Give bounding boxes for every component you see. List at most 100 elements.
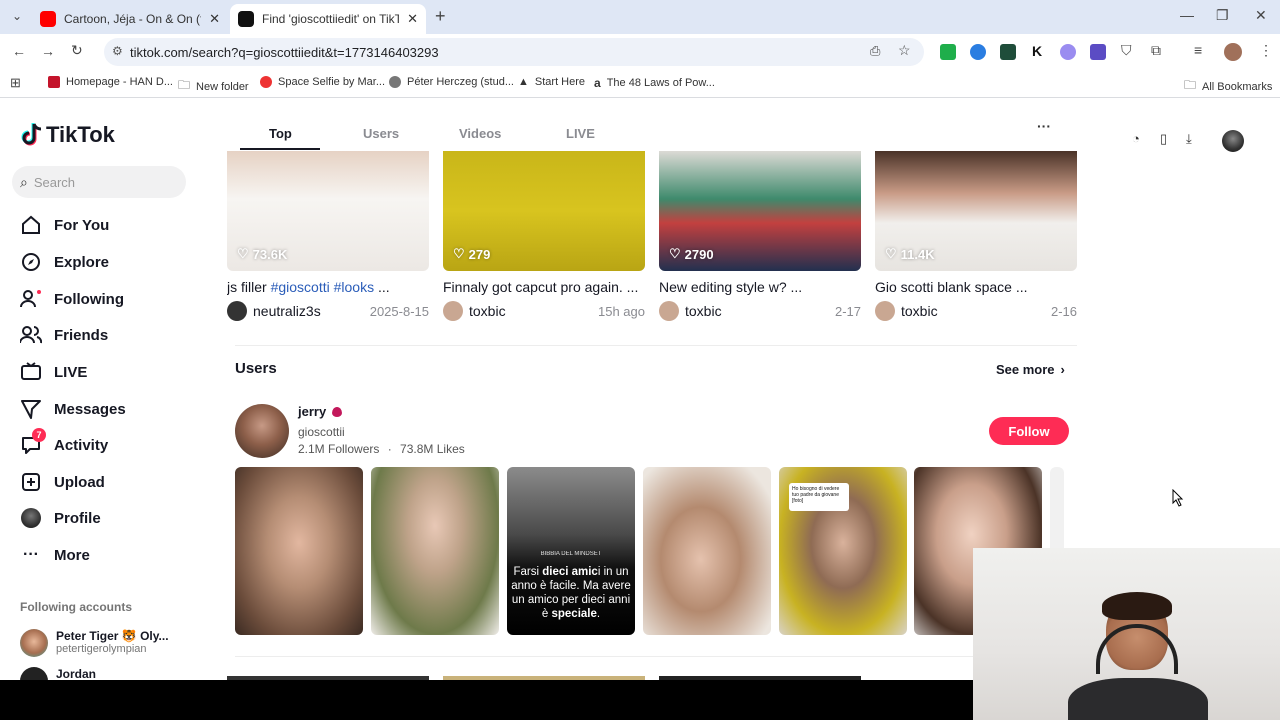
bookmarks-bar: ⊞ Homepage - HAN D... 🗀 New folder Space…: [0, 70, 1280, 98]
user-video-thumbnail[interactable]: BIBBIA DEL MINDSET Farsi dieci amici in …: [507, 467, 635, 635]
heart-icon: ♡: [669, 246, 681, 261]
video-thumbnail[interactable]: ♡ 11.4K: [875, 151, 1077, 271]
video-card[interactable]: ♡ 2790 New editing style w? ... toxbic 2-…: [659, 151, 861, 321]
comment-bubble: Ho bisogno di vedere tuo padre da giovan…: [789, 483, 849, 511]
video-card[interactable]: ♡ 73.6K js filler #gioscotti #looks ... n…: [227, 151, 429, 321]
bookmark-label: Homepage - HAN D...: [66, 76, 173, 88]
extensions-puzzle-icon[interactable]: ⧉: [1151, 42, 1161, 59]
search-input[interactable]: ⌕ Search: [12, 166, 186, 198]
bookmark-item[interactable]: a The 48 Laws of Pow...: [594, 76, 715, 90]
user-video-thumbnail[interactable]: [371, 467, 499, 635]
caption-part: .: [596, 608, 601, 620]
video-title[interactable]: js filler #gioscotti #looks ...: [227, 279, 429, 295]
nav-messages[interactable]: Messages: [20, 397, 126, 421]
user-video-thumbnail[interactable]: Ho bisogno di vedere tuo padre da giovan…: [779, 467, 907, 635]
address-bar[interactable]: ⚙ tiktok.com/search?q=gioscottiiedit&t=1…: [104, 38, 924, 66]
user-video-thumbnail[interactable]: [235, 467, 363, 635]
bookmark-item[interactable]: Homepage - HAN D...: [48, 76, 173, 88]
bookmark-item[interactable]: ▲ Start Here: [518, 76, 585, 88]
browser-tab-youtube[interactable]: Cartoon, Jéja - On & On (feat. D ✕: [32, 4, 228, 34]
hashtags[interactable]: #gioscotti #looks: [271, 279, 375, 295]
extension-shield-icon[interactable]: ⛉: [1121, 42, 1132, 59]
tab-users[interactable]: Users: [363, 126, 399, 141]
nav-for-you[interactable]: For You: [20, 213, 109, 237]
extension-k-icon[interactable]: K: [1032, 43, 1042, 59]
follow-button[interactable]: Follow: [989, 417, 1069, 445]
extension-green-icon[interactable]: [940, 44, 956, 60]
youtube-icon: [40, 11, 56, 27]
bookmark-item[interactable]: Péter Herczeg (stud...: [389, 76, 514, 88]
apps-grid-icon[interactable]: ⊞: [10, 75, 21, 91]
new-tab-button[interactable]: +: [435, 6, 446, 27]
extension-check-icon[interactable]: [1000, 44, 1016, 60]
video-card[interactable]: ♡ 279 Finnaly got capcut pro again. ... t…: [443, 151, 645, 321]
likes-value: 279: [468, 246, 491, 262]
author-name[interactable]: toxbic: [901, 303, 938, 319]
tab-top[interactable]: Top: [269, 126, 292, 141]
tab-search-icon[interactable]: ⌄: [12, 9, 22, 23]
reload-icon[interactable]: ↻: [71, 42, 83, 59]
author-name[interactable]: neutraliz3s: [253, 303, 321, 319]
see-more-link[interactable]: See more ›: [996, 362, 1065, 377]
back-icon[interactable]: ←: [12, 43, 26, 59]
section-divider: [235, 345, 1077, 346]
restore-window-icon[interactable]: ❐: [1216, 7, 1229, 24]
bookmark-item[interactable]: Space Selfie by Mar...: [260, 76, 385, 88]
site-info-icon[interactable]: ⚙: [112, 44, 123, 58]
author-name[interactable]: toxbic: [685, 303, 722, 319]
extension-u-icon[interactable]: [1090, 44, 1106, 60]
user-name[interactable]: jerry: [298, 404, 343, 419]
video-thumbnail[interactable]: ♡ 73.6K: [227, 151, 429, 271]
nav-activity[interactable]: 7 Activity: [20, 428, 108, 457]
user-avatar[interactable]: [235, 404, 289, 458]
nav-following[interactable]: Following: [20, 287, 124, 311]
nav-live[interactable]: LIVE: [20, 360, 87, 384]
tab-videos[interactable]: Videos: [459, 126, 501, 141]
video-title[interactable]: Finnaly got capcut pro again. ...: [443, 279, 645, 295]
stats-separator: ·: [387, 442, 392, 456]
close-window-icon[interactable]: ✕: [1255, 7, 1267, 24]
more-options-icon[interactable]: ···: [1037, 118, 1051, 134]
extension-blue-icon[interactable]: [970, 44, 986, 60]
video-meta: toxbic 2-16: [875, 301, 1077, 321]
user-video-thumbnail[interactable]: [643, 467, 771, 635]
following-account-item[interactable]: Peter Tiger 🐯 Oly... petertigerolympian: [20, 629, 169, 657]
video-thumbnail[interactable]: ♡ 279: [443, 151, 645, 271]
nav-profile[interactable]: Profile: [20, 506, 101, 530]
nav-upload[interactable]: Upload: [20, 470, 105, 494]
all-bookmarks[interactable]: 🗀 All Bookmarks: [1184, 76, 1272, 97]
close-tab-icon[interactable]: ✕: [407, 11, 418, 27]
bookmark-item[interactable]: 🗀 New folder: [178, 76, 249, 97]
user-avatar[interactable]: [1222, 130, 1244, 152]
nav-friends[interactable]: Friends: [20, 323, 108, 347]
tiktok-logo[interactable]: TikTok: [20, 122, 115, 148]
minimize-window-icon[interactable]: —: [1180, 7, 1194, 23]
browser-tab-tiktok[interactable]: Find 'gioscottiiedit' on TikTok | T ✕: [230, 4, 426, 34]
close-tab-icon[interactable]: ✕: [209, 11, 220, 27]
browser-menu-icon[interactable]: ⋮: [1259, 42, 1273, 59]
nav-explore[interactable]: Explore: [20, 250, 109, 274]
nav-more[interactable]: ··· More: [20, 543, 90, 567]
folder-icon: 🗀: [178, 78, 191, 92]
video-title[interactable]: New editing style w? ...: [659, 279, 861, 295]
tab-live[interactable]: LIVE: [566, 126, 595, 141]
coin-icon[interactable]: ◔: [1132, 131, 1140, 146]
bookmark-star-icon[interactable]: ☆: [898, 42, 911, 59]
author-name[interactable]: toxbic: [469, 303, 506, 319]
media-controls-icon[interactable]: ≡: [1194, 42, 1202, 58]
video-title[interactable]: Gio scotti blank space ...: [875, 279, 1077, 295]
forward-icon[interactable]: →: [41, 43, 55, 59]
following-accounts-title: Following accounts: [20, 600, 133, 614]
activity-badge: 7: [32, 428, 46, 442]
device-icon[interactable]: ▯: [1160, 131, 1167, 147]
profile-avatar-icon[interactable]: [1224, 43, 1242, 61]
install-app-icon[interactable]: ⎙: [870, 43, 880, 59]
nav-label: More: [54, 546, 90, 564]
extension-purple-icon[interactable]: [1060, 44, 1076, 60]
video-thumbnail[interactable]: ♡ 2790: [659, 151, 861, 271]
home-icon: [20, 214, 42, 236]
heart-icon: ♡: [237, 246, 249, 261]
webcam-overlay: [973, 548, 1280, 720]
download-icon[interactable]: ⤓: [1186, 131, 1192, 147]
video-card[interactable]: ♡ 11.4K Gio scotti blank space ... toxbic…: [875, 151, 1077, 321]
